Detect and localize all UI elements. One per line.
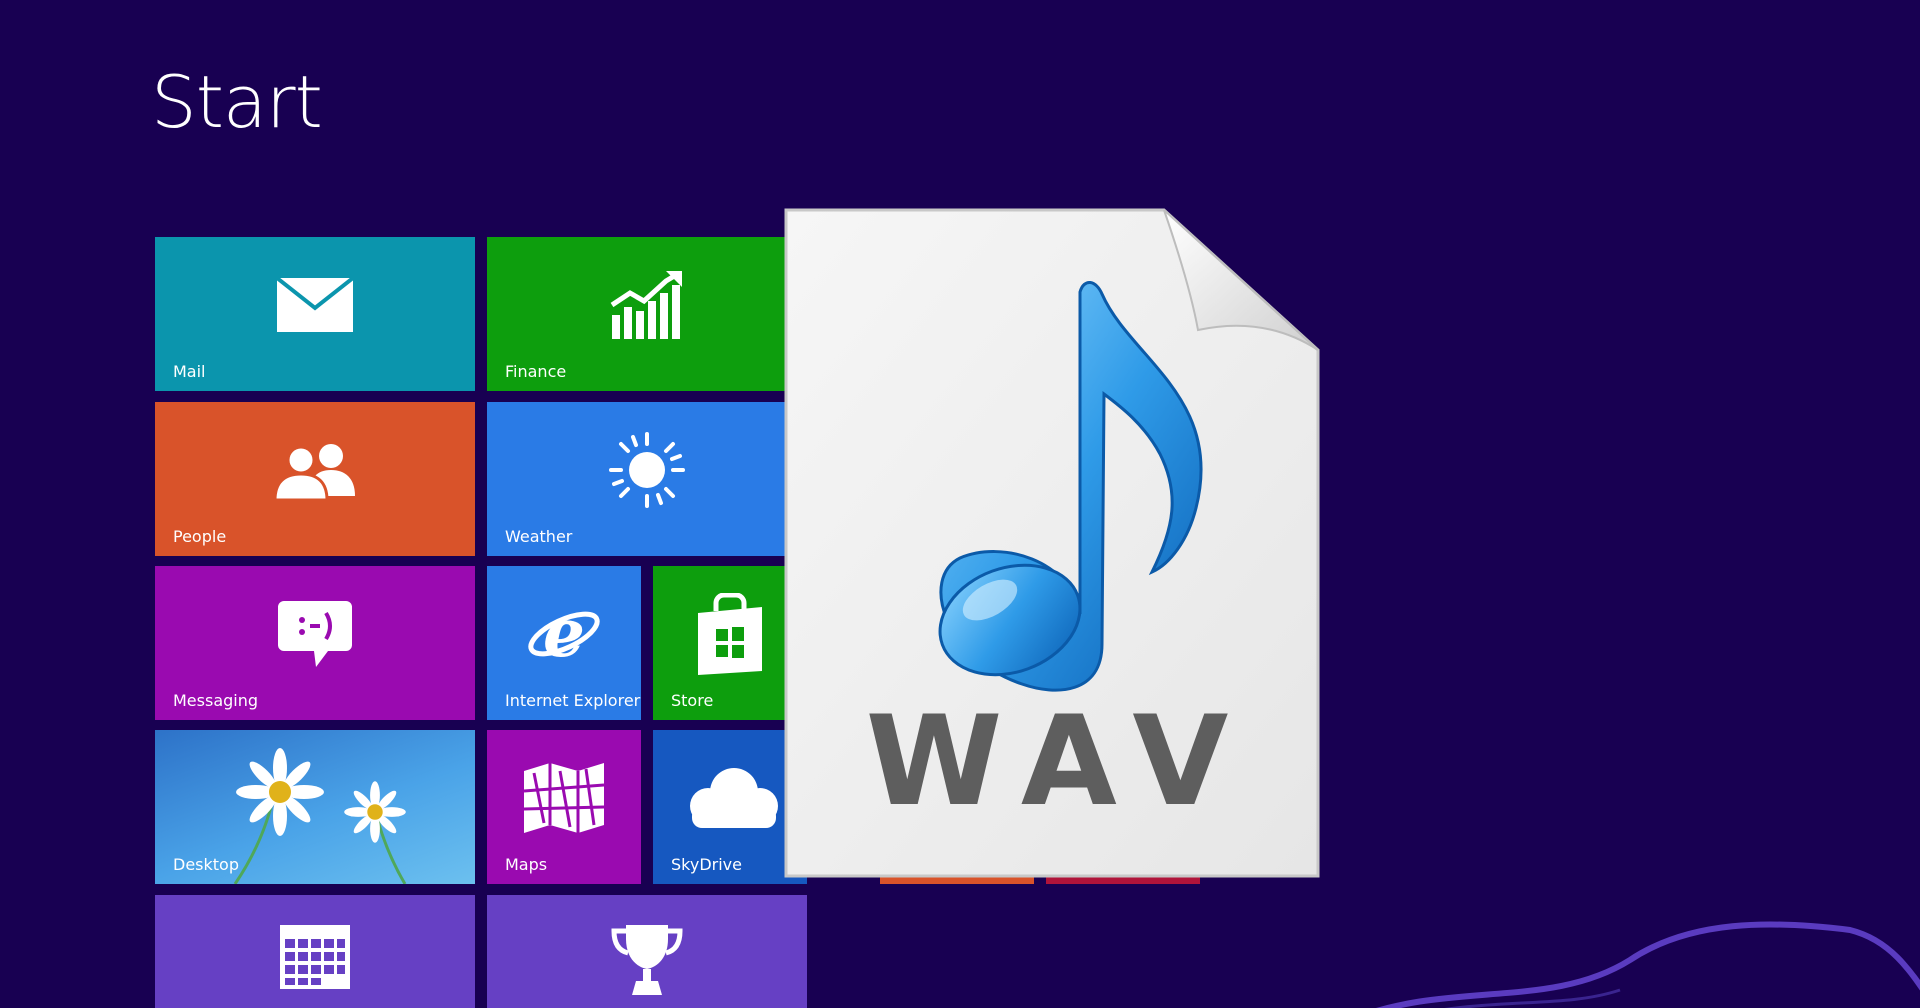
map-icon <box>524 762 604 833</box>
tile-label-mail: Mail <box>173 362 206 381</box>
tile-label-finance: Finance <box>505 362 567 381</box>
tile-internet-explorer[interactable]: e Internet Explorer <box>487 566 641 720</box>
start-title: Start <box>151 60 323 144</box>
tile-weather[interactable]: Weather <box>487 402 807 556</box>
tile-mail[interactable]: Mail <box>155 237 475 391</box>
mail-icon <box>277 277 353 332</box>
background-swoosh <box>1376 921 1920 1008</box>
tile-finance[interactable]: Finance <box>487 237 807 391</box>
svg-text:e: e <box>543 598 585 670</box>
tile-label-desktop: Desktop <box>173 855 239 874</box>
people-icon <box>273 443 355 500</box>
tile-label-store: Store <box>671 691 714 710</box>
store-bag-icon <box>698 592 762 675</box>
tile-desktop[interactable]: Desktop <box>155 730 475 884</box>
tile-calendar[interactable] <box>155 895 475 1008</box>
tile-messaging[interactable]: Messaging <box>155 566 475 720</box>
messaging-icon <box>278 600 352 667</box>
cloud-icon <box>690 767 778 828</box>
tile-label-messaging: Messaging <box>173 691 259 710</box>
sun-icon <box>609 431 685 508</box>
tile-people[interactable]: People <box>155 402 475 556</box>
tile-games[interactable] <box>487 895 807 1008</box>
finance-chart-icon <box>610 270 682 339</box>
tile-maps[interactable]: Maps <box>487 730 641 884</box>
internet-explorer-icon: e <box>528 598 600 670</box>
tile-label-maps: Maps <box>505 855 548 874</box>
tile-label-weather: Weather <box>505 527 573 546</box>
tile-label-skydrive: SkyDrive <box>671 855 742 874</box>
start-screen: Start Mail Finance People Weather Messag… <box>0 0 1920 1008</box>
calendar-icon <box>280 925 350 989</box>
tile-label-people: People <box>173 527 227 546</box>
tile-label-internet-explorer: Internet Explorer <box>505 691 641 710</box>
trophy-icon <box>611 925 683 995</box>
wav-file-type-label: WAV <box>865 690 1253 834</box>
